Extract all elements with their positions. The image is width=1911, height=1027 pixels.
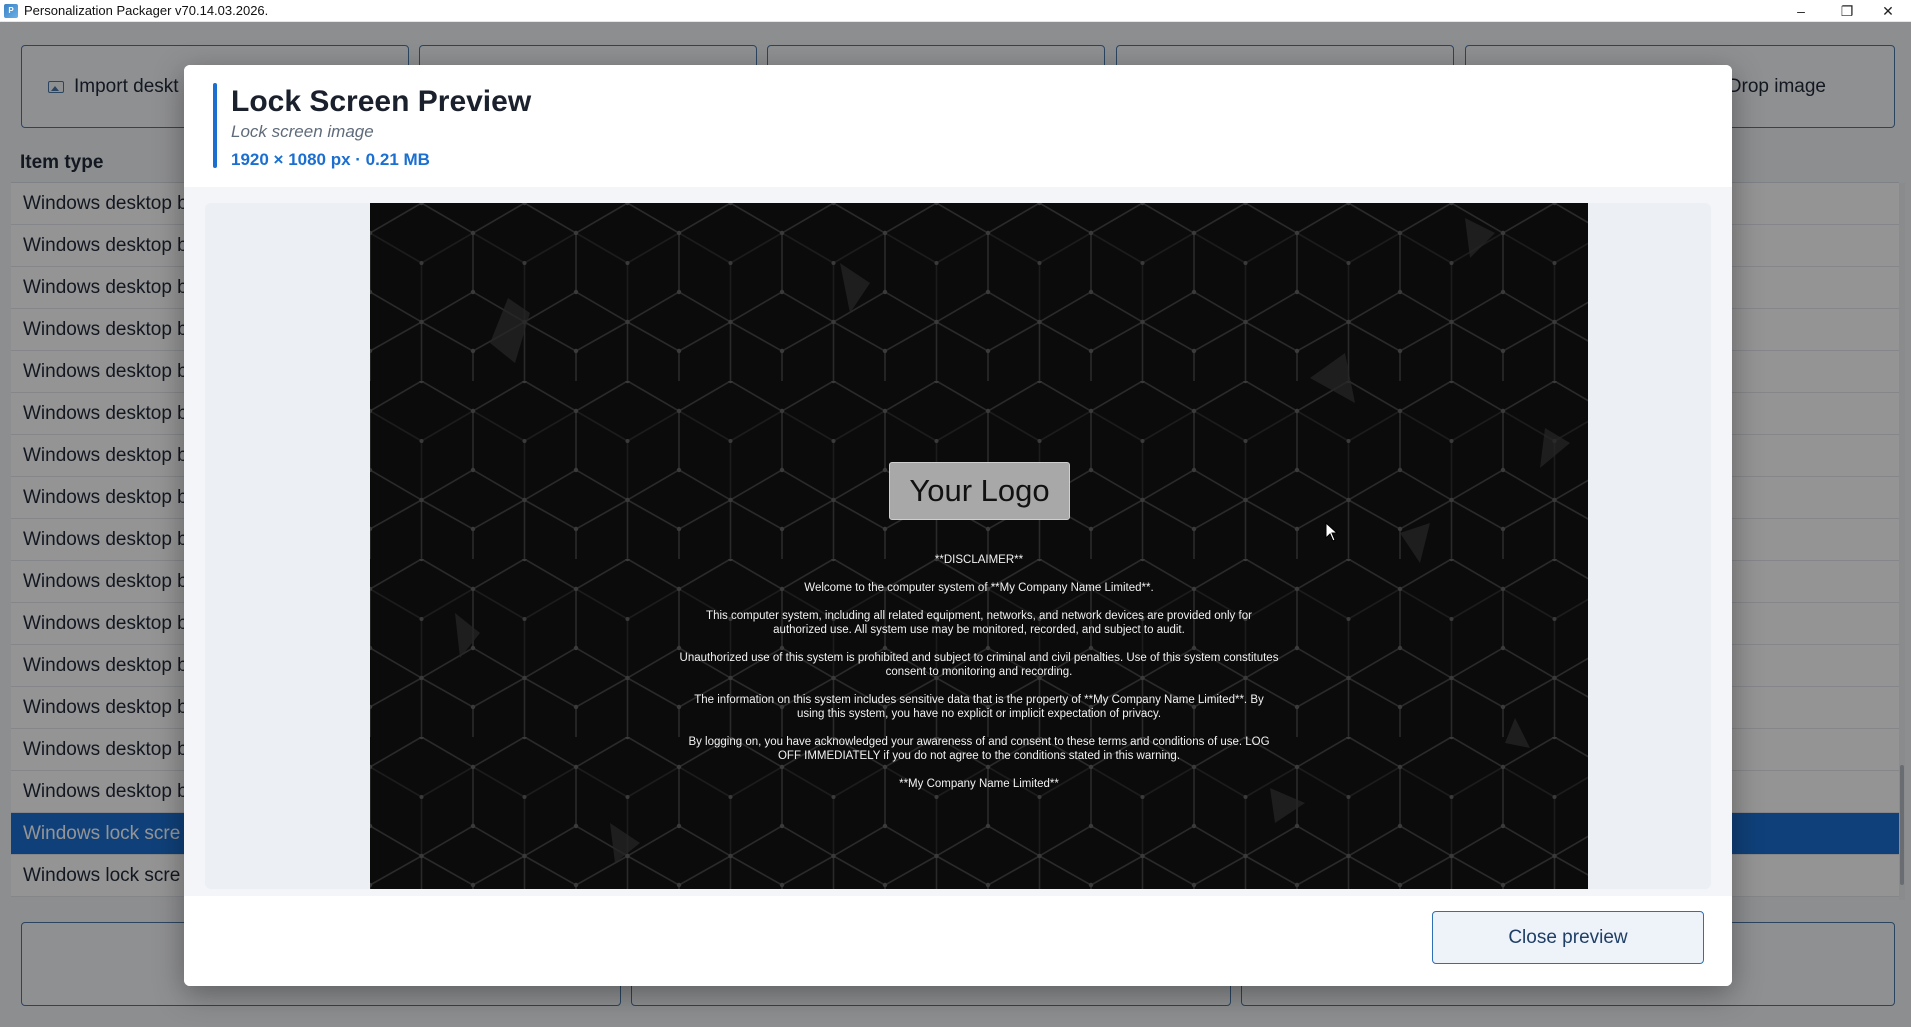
disclaimer-paragraph: This computer system, including all rela… [706,610,1252,636]
lock-screen-preview-dialog: Lock Screen Preview Lock screen image 19… [184,65,1732,986]
disclaimer-paragraph: By logging on, you have acknowledged you… [688,736,1270,762]
preview-frame: Your Logo **DISCLAIMER** Welcome to the … [205,203,1711,889]
maximize-button[interactable]: ❐ [1824,0,1870,22]
dialog-header: Lock Screen Preview Lock screen image 19… [184,65,1732,187]
disclaimer-paragraph: Unauthorized use of this system is prohi… [679,652,1279,678]
dialog-subtitle: Lock screen image [231,122,374,141]
disclaimer-paragraph: The information on this system includes … [694,694,1264,720]
app-icon: P [4,3,18,18]
accent-bar [213,83,217,168]
close-preview-button[interactable]: Close preview [1432,911,1704,964]
disclaimer-signature: **My Company Name Limited** [899,778,1059,790]
minimize-button[interactable]: – [1778,0,1824,22]
lock-screen-image-preview: Your Logo **DISCLAIMER** Welcome to the … [370,203,1588,889]
image-dimensions-size: 1920 × 1080 px · 0.21 MB [231,150,430,169]
company-logo-placeholder: Your Logo [889,462,1070,520]
title-bar: P Personalization Packager v70.14.03.202… [0,0,1911,22]
window-title: Personalization Packager v70.14.03.2026. [24,3,269,18]
close-window-button[interactable]: ✕ [1865,0,1911,22]
disclaimer-text: **DISCLAIMER** Welcome to the computer s… [679,553,1279,805]
dialog-body: Your Logo **DISCLAIMER** Welcome to the … [184,187,1732,896]
disclaimer-heading: **DISCLAIMER** [934,554,1024,566]
disclaimer-paragraph: Welcome to the computer system of **My C… [804,582,1154,594]
dialog-title: Lock Screen Preview [231,85,532,118]
dialog-footer: Close preview [184,896,1732,986]
